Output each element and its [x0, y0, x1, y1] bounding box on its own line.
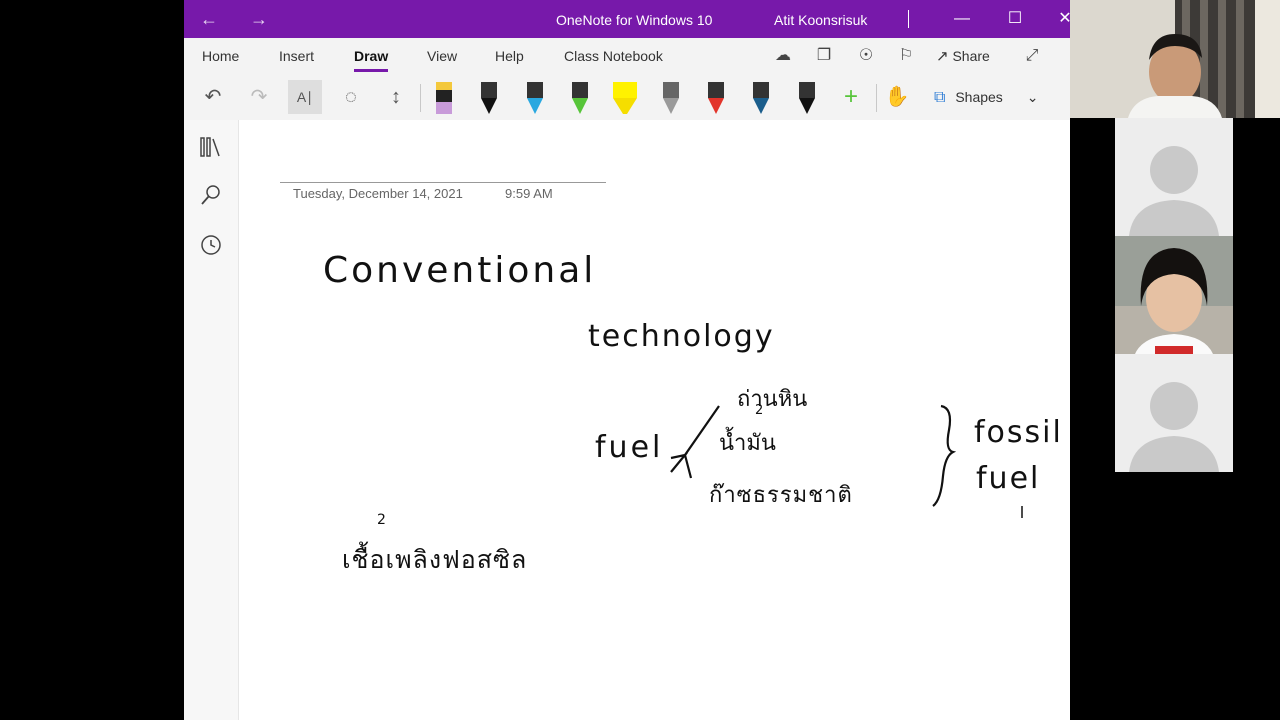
tab-draw[interactable]: Draw [354, 38, 389, 74]
pen-galaxy[interactable] [701, 78, 731, 118]
title-bar: ← → OneNote for Windows 10 Atit Koonsris… [184, 0, 1070, 38]
share-label: Share [952, 48, 990, 64]
pen-green[interactable] [565, 78, 595, 118]
maximize-button[interactable]: ☐ [992, 0, 1038, 38]
ink-fuel-right: fuel [976, 461, 1040, 496]
ink-layer: Conventional technology fuel 2 ถ่านหิน น… [323, 250, 1063, 574]
participant-tile-2[interactable] [1115, 236, 1233, 354]
ink-fuel-left: fuel [595, 430, 663, 465]
pencil-gray[interactable] [656, 78, 686, 118]
ink-technology: technology [588, 319, 775, 354]
ink-fossil: fossil [974, 415, 1063, 450]
forward-arrow-icon[interactable]: → [244, 0, 274, 38]
active-speaker-video[interactable] [1070, 0, 1280, 118]
onenote-window: ← → OneNote for Windows 10 Atit Koonsris… [184, 0, 1070, 720]
shapes-icon: ⧉ [934, 89, 946, 106]
add-space-icon[interactable]: ↕ [379, 80, 413, 114]
lasso-select-icon[interactable]: ◌ [334, 80, 368, 114]
ink-coal-thai: ถ่านหิน [737, 387, 807, 412]
pen-black[interactable] [474, 78, 504, 118]
pen-blue[interactable] [520, 78, 550, 118]
back-arrow-icon[interactable]: ← [194, 0, 224, 38]
recent-notes-icon[interactable] [198, 232, 224, 258]
ink-to-shape-icon[interactable]: ✋ [880, 80, 914, 114]
tab-help[interactable]: Help [495, 38, 524, 74]
pen-dark-blue[interactable] [746, 78, 776, 118]
notebooks-icon[interactable] [198, 134, 224, 160]
ink-brace [932, 404, 957, 507]
lightbulb-icon[interactable]: ☉ [854, 44, 878, 68]
pen-black-2[interactable] [792, 78, 822, 118]
share-icon: ↗ [936, 48, 949, 65]
default-avatar-icon-2 [1115, 354, 1233, 472]
share-button[interactable]: ↗ Share [936, 38, 990, 74]
participant-video [1115, 236, 1233, 354]
highlighter-yellow[interactable] [610, 78, 640, 118]
ink-conventional: Conventional [323, 250, 596, 291]
chevron-down-icon: ⌄ [1026, 89, 1039, 105]
ink-arrowhead [670, 453, 688, 473]
add-pen-icon[interactable]: + [834, 80, 868, 114]
default-avatar-icon [1115, 118, 1233, 236]
shapes-label: Shapes [955, 89, 1003, 105]
sync-status-icon[interactable]: ☁ [771, 44, 795, 68]
highlighter-pen-purple[interactable] [429, 78, 459, 118]
toolbar-separator [420, 84, 421, 112]
expand-icon[interactable]: ⤢ [1020, 44, 1044, 68]
tab-class-notebook[interactable]: Class Notebook [564, 38, 663, 74]
title-separator [908, 10, 909, 28]
toolbar-separator-2 [876, 84, 877, 112]
ink-superscript-2-b: 2 [377, 512, 386, 528]
note-page[interactable]: Tuesday, December 14, 2021 9:59 AM Conve… [239, 120, 1070, 720]
immersive-reader-icon[interactable]: ❐ [812, 44, 836, 68]
ink-gas-thai: ก๊าซธรรมชาติ [709, 483, 853, 508]
undo-icon[interactable]: ↶ [196, 80, 230, 114]
tab-insert[interactable]: Insert [279, 38, 314, 74]
tab-home[interactable]: Home [202, 38, 239, 74]
user-name[interactable]: Atit Koonsrisuk [774, 0, 867, 38]
notification-bell-icon[interactable]: ⚐ [894, 44, 918, 68]
redo-icon[interactable]: ↷ [242, 80, 276, 114]
shapes-button[interactable]: ⧉ Shapes ⌄ [934, 74, 1038, 120]
minimize-button[interactable]: — [939, 0, 985, 38]
app-title: OneNote for Windows 10 [556, 12, 713, 28]
participant-tile-1[interactable] [1115, 118, 1233, 236]
close-button[interactable]: ✕ [1042, 0, 1070, 38]
left-nav-bar [184, 120, 239, 720]
ink-fossil-fuel-thai: เชื้อเพลิงฟอสซิล [342, 541, 527, 574]
participant-tile-3[interactable] [1115, 354, 1233, 472]
type-select-tool-icon[interactable]: A∣ [288, 80, 322, 114]
ink-oil-thai: น้ำมัน [719, 427, 776, 456]
tab-view[interactable]: View [427, 38, 457, 74]
search-icon[interactable] [198, 182, 224, 208]
speaker-image [1070, 0, 1280, 118]
ink-arrow-left [683, 405, 720, 479]
